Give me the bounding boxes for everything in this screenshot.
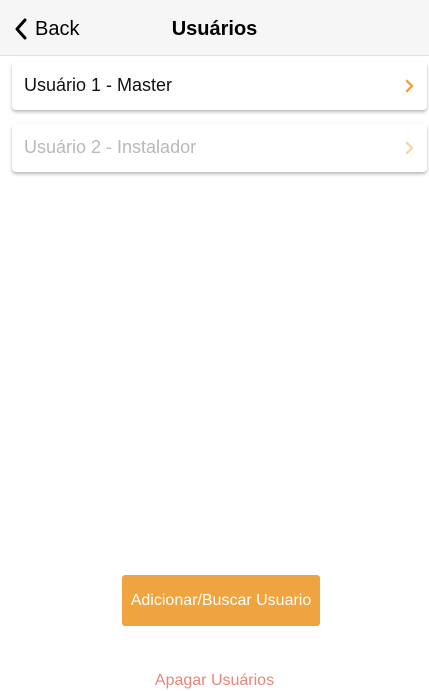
- list-item-label: Usuário 2 - Instalador: [24, 137, 197, 157]
- delete-users-link[interactable]: Apagar Usuários: [0, 671, 429, 691]
- chevron-right-icon: [405, 79, 415, 93]
- page-title: Usuários: [171, 18, 258, 40]
- list-item-user-2[interactable]: Usuário 2 - Instalador: [12, 124, 427, 172]
- list-item-user-1[interactable]: Usuário 1 - Master: [12, 62, 427, 110]
- add-search-user-button[interactable]: Adicionar/Buscar Usuario: [122, 575, 320, 626]
- navigation-bar: Back Usuários: [0, 0, 429, 56]
- list-item-label: Usuário 1 - Master: [24, 75, 173, 95]
- chevron-right-icon: [405, 141, 415, 155]
